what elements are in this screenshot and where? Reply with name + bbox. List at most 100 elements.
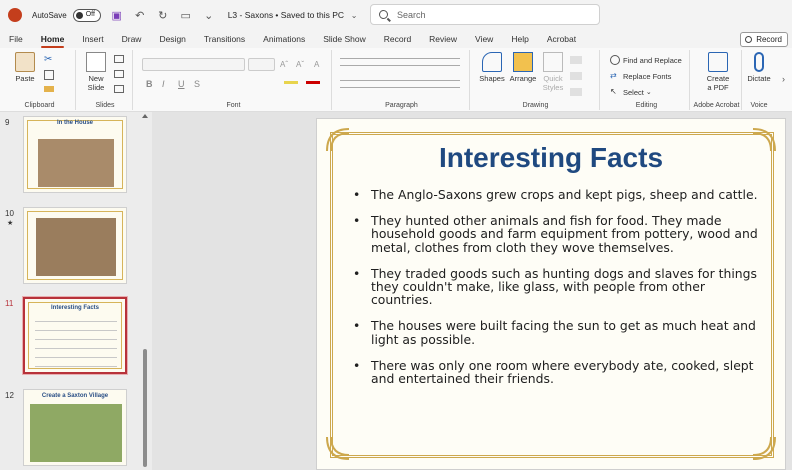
bullet-item: They traded goods such as hunting dogs a… [353,267,758,307]
font-group-label: Font [226,102,241,109]
thumbnail-title: Create a Saxton Village [41,393,109,399]
shapes-button[interactable]: Shapes [478,52,506,83]
search-input[interactable]: Search [370,4,600,25]
thumbnail-preview[interactable]: Create a Saxton Village [23,389,127,466]
scrollbar-thumb[interactable] [143,349,147,467]
powerpoint-logo-icon [8,8,22,22]
editing-group: Find and Replace ⇄ Replace Fonts ↖ Selec… [604,50,690,110]
shape-effects-icon[interactable] [570,88,582,96]
autosave-toggle[interactable]: Off [72,8,101,22]
thumbnail-slide-9[interactable]: 9 In the House [0,116,140,196]
thumbnail-slide-12[interactable]: 12 Create a Saxton Village [0,389,140,469]
tab-acrobat[interactable]: Acrobat [538,30,585,48]
decrease-font-icon[interactable]: Aˇ [296,60,304,69]
redo-icon[interactable]: ↻ [156,8,170,22]
quick-styles-label-2: Styles [542,83,564,92]
replace-icon: ⇄ [610,71,617,80]
tab-home[interactable]: Home [32,30,74,48]
save-icon[interactable]: ▣ [110,8,124,22]
arrange-button[interactable]: Arrange [508,52,538,83]
tab-record[interactable]: Record [375,30,420,48]
clipboard-group: Paste ✂ Clipboard [4,50,76,110]
animation-star-icon: ★ [7,220,14,227]
bullet-item: They hunted other animals and fish for f… [353,214,758,254]
thumbnail-scrollbar[interactable] [142,112,149,470]
new-slide-button[interactable]: New Slide [82,52,110,92]
tab-animations[interactable]: Animations [254,30,314,48]
document-title[interactable]: L3 - Saxons • Saved to this PC [228,10,344,20]
tab-design[interactable]: Design [150,30,194,48]
layout-icon[interactable] [114,55,124,63]
tab-slide-show[interactable]: Slide Show [314,30,375,48]
thumbnail-preview[interactable]: In the House [23,116,127,193]
font-size-select[interactable] [248,58,275,71]
find-replace-button[interactable]: Find and Replace [610,55,682,65]
thumbnail-text-lines [35,317,117,367]
strikethrough-button[interactable]: S [194,79,200,89]
select-button[interactable]: ↖ Select ⌄ [610,87,652,97]
highlight-icon[interactable] [284,81,298,84]
chevron-down-icon[interactable]: ⌄ [347,8,361,22]
house-interior-image [38,139,114,187]
alignment-controls-icon[interactable] [340,80,460,88]
section-icon[interactable] [114,85,124,93]
format-painter-icon[interactable] [44,86,54,92]
slide-11[interactable]: Interesting Facts The Anglo-Saxons grew … [316,118,786,470]
dictate-button[interactable]: Dictate [744,52,774,83]
underline-button[interactable]: U [178,79,185,89]
ribbon-more-icon[interactable]: › [782,74,785,84]
increase-font-icon[interactable]: Aˆ [280,60,288,69]
autosave-label: AutoSave [32,10,67,20]
create-pdf-button[interactable]: Create a PDF [698,52,738,92]
thumbnail-slide-10[interactable]: 10 ★ [0,207,140,287]
thumbnail-preview[interactable]: Interesting Facts [23,297,127,374]
thumbnail-slide-11[interactable]: 11 Interesting Facts [0,297,140,377]
shape-fill-icon[interactable] [570,56,582,64]
clipboard-icon [15,52,35,72]
cut-icon[interactable]: ✂ [44,54,52,65]
font-color-icon[interactable] [306,81,320,84]
thumbnail-preview[interactable] [23,207,127,284]
undo-icon[interactable]: ↶ [133,8,147,22]
ribbon: Paste ✂ Clipboard New Slide Slides Aˆ Aˇ… [0,48,792,112]
new-slide-label-1: New [88,74,104,83]
customize-toolbar-icon[interactable]: ⌄ [202,8,216,22]
record-button[interactable]: Record [740,32,788,47]
bold-button[interactable]: B [146,79,153,89]
quick-styles-button[interactable]: Quick Styles [540,52,566,92]
thumbnail-number: 10 [5,209,14,218]
tab-file[interactable]: File [0,30,32,48]
slide-title[interactable]: Interesting Facts [317,142,785,174]
clear-formatting-icon[interactable]: A [314,60,319,69]
font-family-select[interactable] [142,58,245,71]
find-icon [610,55,620,65]
scroll-up-icon[interactable] [142,114,148,118]
voice-group: Dictate Voice [744,50,774,110]
paragraph-group: Paragraph [334,50,470,110]
italic-button[interactable]: I [162,79,165,89]
tab-help[interactable]: Help [502,30,537,48]
paste-button[interactable]: Paste [12,52,38,83]
dictate-label: Dictate [747,74,771,83]
bullet-item: There was only one room where everybody … [353,359,758,386]
arrange-label: Arrange [509,74,537,83]
tab-draw[interactable]: Draw [113,30,151,48]
reset-icon[interactable] [114,70,124,78]
tab-review[interactable]: Review [420,30,466,48]
acrobat-group: Create a PDF Adobe Acrobat [692,50,742,110]
replace-fonts-button[interactable]: ⇄ Replace Fonts [610,71,671,81]
drawing-group: Shapes Arrange Quick Styles Drawing [472,50,600,110]
tab-insert[interactable]: Insert [73,30,112,48]
editing-group-label: Editing [635,102,658,109]
slide-body-text[interactable]: The Anglo-Saxons grew crops and kept pig… [353,188,758,398]
tab-transitions[interactable]: Transitions [195,30,254,48]
shapes-label: Shapes [479,74,505,83]
list-controls-icon[interactable] [340,58,460,66]
thumbnail-title: In the House [56,120,93,126]
thumbnail-number: 12 [5,391,14,400]
shape-outline-icon[interactable] [570,72,582,80]
copy-icon[interactable] [44,70,54,80]
select-cursor-icon: ↖ [610,87,617,96]
present-icon[interactable]: ▭ [179,8,193,22]
tab-view[interactable]: View [466,30,502,48]
